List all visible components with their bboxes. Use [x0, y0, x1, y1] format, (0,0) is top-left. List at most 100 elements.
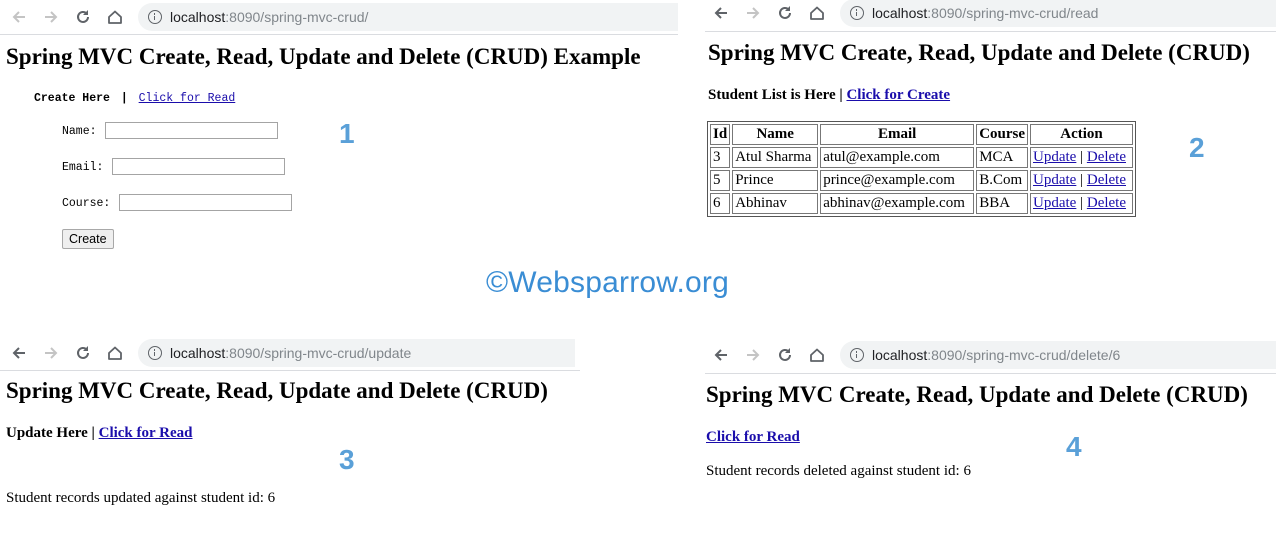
table-row: 5 Prince prince@example.com B.Com Update… [710, 170, 1134, 191]
info-icon[interactable] [850, 348, 864, 362]
page-title: Spring MVC Create, Read, Update and Dele… [6, 44, 641, 69]
reload-icon[interactable] [769, 340, 801, 370]
delete-link[interactable]: Delete [1087, 195, 1126, 211]
subheading-label: Student List is Here [708, 87, 836, 103]
cell-id: 6 [710, 193, 731, 214]
status-message: Student records updated against student … [6, 490, 276, 506]
page-title: Spring MVC Create, Read, Update and Dele… [6, 378, 548, 403]
name-label: Name: [62, 125, 97, 138]
cell-action: Update | Delete [1030, 193, 1134, 214]
table-row: 6 Abhinav abhinav@example.com BBA Update… [710, 193, 1134, 214]
update-link[interactable]: Update [1033, 172, 1076, 188]
action-divider: | [1080, 195, 1084, 211]
col-header-email: Email [820, 124, 975, 145]
address-bar[interactable]: localhost:8090/spring-mvc-crud/ [138, 3, 678, 31]
home-icon[interactable] [801, 340, 833, 370]
col-header-course: Course [976, 124, 1029, 145]
col-header-action: Action [1030, 124, 1134, 145]
delete-link[interactable]: Delete [1087, 172, 1126, 188]
create-panel: localhost:8090/spring-mvc-crud/ Spring M… [0, 0, 678, 270]
address-bar[interactable]: localhost:8090/spring-mvc-crud/read [840, 0, 1276, 27]
subheading-divider: | [120, 92, 128, 105]
back-icon[interactable] [3, 338, 35, 368]
forward-icon[interactable] [35, 2, 67, 32]
back-icon[interactable] [705, 340, 737, 370]
info-icon[interactable] [148, 10, 162, 24]
cell-name: Abhinav [732, 193, 819, 214]
cell-email: atul@example.com [820, 147, 975, 168]
watermark-text: ©Websparrow.org [486, 266, 729, 299]
read-link[interactable]: Click for Read [706, 429, 800, 446]
action-divider: | [1080, 172, 1084, 188]
url-text: localhost:8090/spring-mvc-crud/ [170, 9, 369, 25]
delete-panel: localhost:8090/spring-mvc-crud/delete/6 … [705, 336, 1276, 552]
subheading: Create Here | Click for Read [34, 92, 235, 105]
table-header-row: Id Name Email Course Action [710, 124, 1134, 145]
col-header-id: Id [710, 124, 731, 145]
reload-icon[interactable] [67, 2, 99, 32]
cell-email: prince@example.com [820, 170, 975, 191]
read-link[interactable]: Click for Read [99, 425, 193, 441]
step-number-3: 3 [339, 444, 355, 475]
toolbar-divider [705, 373, 1276, 374]
subheading-divider: | [91, 425, 95, 441]
subheading-divider: | [839, 87, 843, 103]
info-icon[interactable] [148, 346, 162, 360]
toolbar-divider [705, 31, 1276, 32]
page-title: Spring MVC Create, Read, Update and Dele… [706, 382, 1248, 407]
url-text: localhost:8090/spring-mvc-crud/delete/6 [872, 347, 1121, 363]
table-row: 3 Atul Sharma atul@example.com MCA Updat… [710, 147, 1134, 168]
delete-link[interactable]: Delete [1087, 149, 1126, 165]
subheading-label: Update Here [6, 425, 88, 441]
cell-course: B.Com [976, 170, 1029, 191]
cell-id: 5 [710, 170, 731, 191]
address-bar[interactable]: localhost:8090/spring-mvc-crud/delete/6 [840, 341, 1276, 369]
back-icon[interactable] [705, 0, 737, 28]
col-header-name: Name [732, 124, 819, 145]
url-text: localhost:8090/spring-mvc-crud/read [872, 5, 1099, 21]
read-link[interactable]: Click for Read [139, 92, 236, 105]
create-link[interactable]: Click for Create [846, 87, 950, 103]
reload-icon[interactable] [769, 0, 801, 28]
update-link[interactable]: Update [1033, 195, 1076, 211]
step-number-4: 4 [1066, 431, 1082, 462]
cell-name: Prince [732, 170, 819, 191]
course-label: Course: [62, 197, 111, 210]
back-icon[interactable] [3, 2, 35, 32]
url-text: localhost:8090/spring-mvc-crud/update [170, 345, 412, 361]
page-title: Spring MVC Create, Read, Update and Dele… [708, 40, 1250, 65]
forward-icon[interactable] [737, 0, 769, 28]
cell-course: MCA [976, 147, 1029, 168]
email-input[interactable] [112, 158, 285, 175]
subheading-label: Create Here [34, 92, 110, 105]
home-icon[interactable] [801, 0, 833, 28]
toolbar-divider [0, 34, 678, 35]
step-number-2: 2 [1189, 132, 1205, 163]
subheading: Update Here | Click for Read [6, 425, 193, 442]
toolbar-divider [0, 370, 580, 371]
step-number-1: 1 [339, 118, 355, 149]
status-message: Student records deleted against student … [706, 463, 971, 479]
cell-id: 3 [710, 147, 731, 168]
action-divider: | [1080, 149, 1084, 165]
create-button[interactable]: Create [62, 229, 114, 249]
cell-course: BBA [976, 193, 1029, 214]
subheading: Student List is Here | Click for Create [708, 87, 950, 104]
update-panel: localhost:8090/spring-mvc-crud/update Sp… [0, 336, 580, 552]
forward-icon[interactable] [35, 338, 67, 368]
home-icon[interactable] [99, 2, 131, 32]
info-icon[interactable] [850, 6, 864, 20]
student-table: Id Name Email Course Action 3 Atul Sharm… [707, 121, 1137, 217]
cell-name: Atul Sharma [732, 147, 819, 168]
cell-action: Update | Delete [1030, 147, 1134, 168]
address-bar[interactable]: localhost:8090/spring-mvc-crud/update [138, 339, 575, 367]
update-link[interactable]: Update [1033, 149, 1076, 165]
forward-icon[interactable] [737, 340, 769, 370]
cell-action: Update | Delete [1030, 170, 1134, 191]
email-label: Email: [62, 161, 104, 174]
course-input[interactable] [119, 194, 292, 211]
reload-icon[interactable] [67, 338, 99, 368]
home-icon[interactable] [99, 338, 131, 368]
name-input[interactable] [105, 122, 278, 139]
read-panel: localhost:8090/spring-mvc-crud/read Spri… [705, 0, 1276, 270]
